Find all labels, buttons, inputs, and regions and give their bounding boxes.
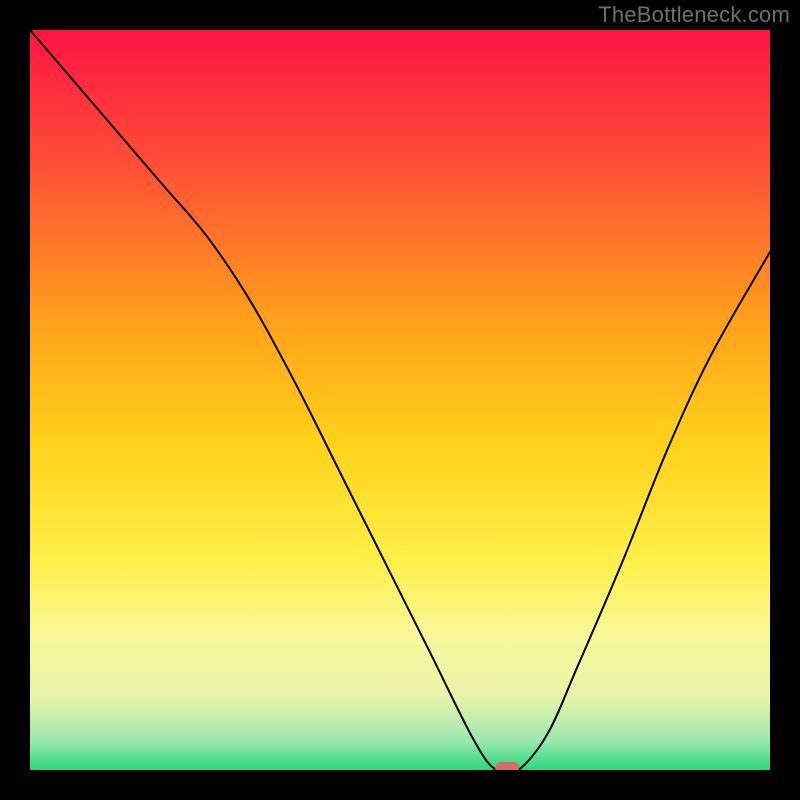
plot-area xyxy=(30,30,770,770)
optimal-marker xyxy=(495,762,519,770)
gradient-background xyxy=(30,30,770,770)
chart-svg xyxy=(30,30,770,770)
watermark-text: TheBottleneck.com xyxy=(598,2,790,28)
chart-frame: TheBottleneck.com xyxy=(0,0,800,800)
